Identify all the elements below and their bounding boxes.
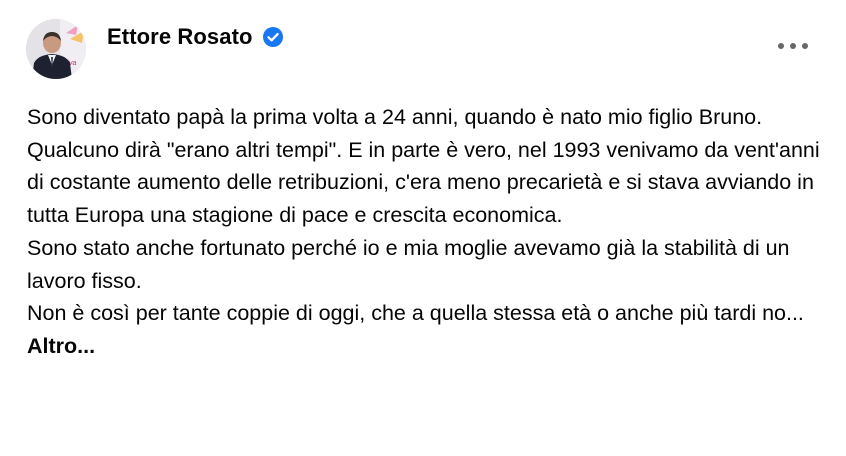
author-row: Ettore Rosato (107, 22, 284, 52)
more-dot (802, 43, 808, 49)
facebook-post: viva Ettore Rosato Sono diventato papà l… (0, 0, 846, 456)
post-paragraph: Qualcuno dirà "erano altri tempi". E in … (27, 137, 820, 228)
more-dot (790, 43, 796, 49)
author-name[interactable]: Ettore Rosato (107, 24, 253, 50)
post-paragraph: Sono diventato papà la prima volta a 24 … (27, 105, 763, 129)
post-paragraph-last: Non è così per tante coppie di oggi, che… (27, 297, 827, 362)
avatar[interactable]: viva (26, 19, 86, 79)
verified-badge-icon (262, 26, 284, 48)
profile-photo: viva (26, 19, 86, 79)
more-options-icon[interactable] (778, 38, 808, 54)
post-text: Sono diventato papà la prima volta a 24 … (27, 101, 827, 363)
more-dot (778, 43, 784, 49)
post-paragraph: Sono stato anche fortunato perché io e m… (27, 235, 790, 293)
see-more-link[interactable]: Altro... (27, 334, 95, 358)
post-paragraph-text: Non è così per tante coppie di oggi, che… (27, 301, 804, 326)
